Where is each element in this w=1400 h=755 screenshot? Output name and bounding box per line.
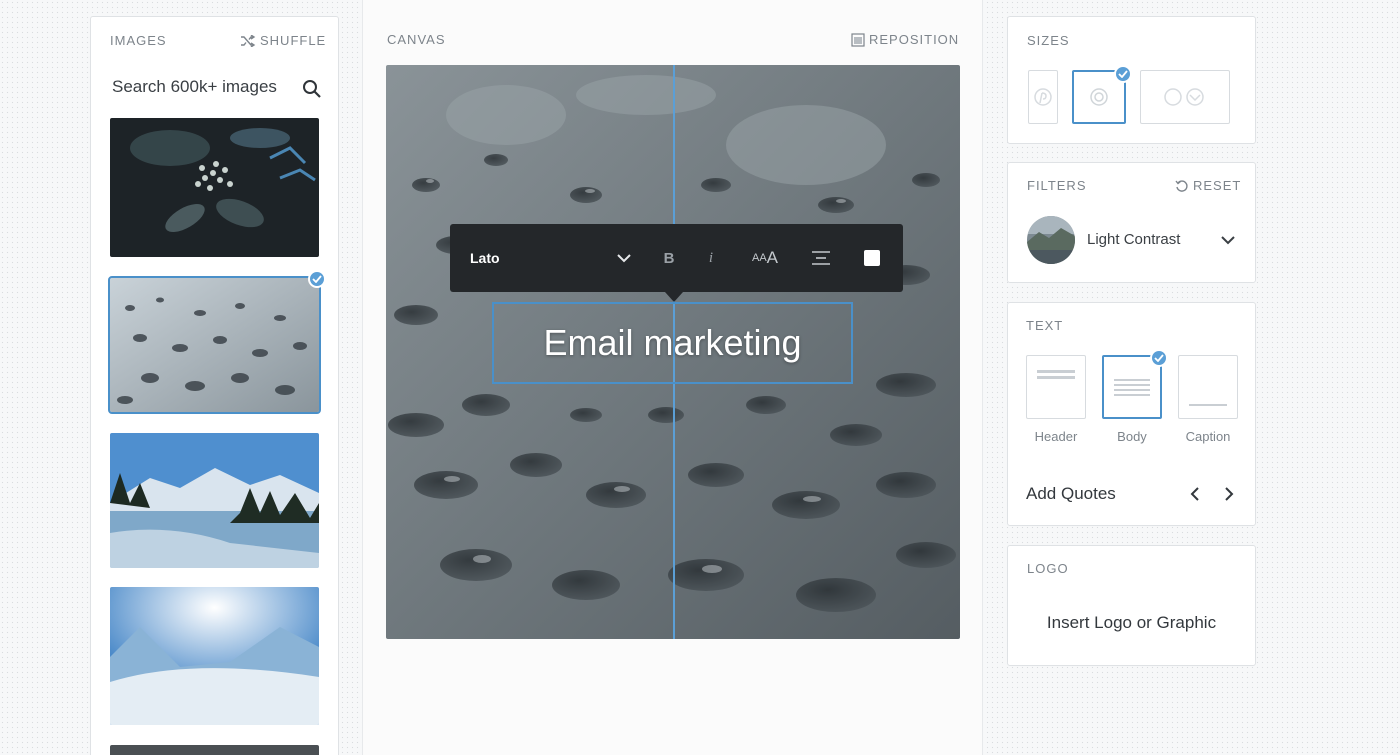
text-style-caption-label: Caption: [1185, 429, 1231, 444]
reset-icon: [1175, 179, 1188, 192]
chevron-left-icon[interactable]: [1190, 487, 1200, 501]
size-selected-check-icon: [1114, 65, 1132, 83]
italic-button[interactable]: i: [698, 224, 724, 292]
sizes-panel: SIZES: [1007, 16, 1256, 144]
search-input[interactable]: Search 600k+ images: [112, 77, 277, 96]
images-panel: IMAGES SHUFFLE Search 600k+ images: [90, 16, 339, 755]
font-size-icon-small: AA: [751, 252, 767, 264]
logo-panel: LOGO Insert Logo or Graphic: [1007, 545, 1256, 666]
bold-icon: B: [663, 249, 675, 267]
text-style-header-label: Header: [1034, 429, 1078, 444]
reposition-label: REPOSITION: [869, 32, 960, 47]
search-icon[interactable]: [302, 79, 322, 99]
selected-check-icon: [308, 270, 326, 288]
reposition-icon: [851, 32, 865, 47]
size-option-pinterest[interactable]: [1028, 70, 1058, 124]
reset-label: RESET: [1193, 178, 1242, 193]
social-icons: [1164, 88, 1204, 106]
reset-button[interactable]: RESET: [1175, 178, 1241, 193]
size-option-wide[interactable]: [1140, 70, 1230, 124]
font-select[interactable]: Lato: [470, 224, 620, 292]
text-color-button[interactable]: [860, 224, 884, 292]
images-title: IMAGES: [110, 33, 167, 48]
text-title: TEXT: [1026, 318, 1064, 333]
image-thumbnail[interactable]: [110, 587, 319, 725]
shuffle-icon: [241, 34, 256, 47]
insert-logo-button[interactable]: Insert Logo or Graphic: [1008, 613, 1255, 633]
shuffle-button[interactable]: SHUFFLE: [240, 33, 326, 48]
filters-title: FILTERS: [1027, 178, 1087, 193]
filter-select[interactable]: Light Contrast: [1027, 216, 1237, 264]
text-style-selected-check-icon: [1150, 349, 1168, 367]
add-quotes-label: Add Quotes: [1026, 484, 1116, 503]
pinterest-icon: [1034, 88, 1052, 106]
text-style-header[interactable]: [1026, 355, 1086, 419]
chevron-down-icon: [617, 253, 631, 262]
image-thumbnail[interactable]: [110, 118, 319, 257]
text-style-body-label: Body: [1117, 429, 1147, 444]
filter-select-value: Light Contrast: [1087, 231, 1181, 248]
font-dropdown-chevron[interactable]: [612, 224, 636, 292]
text-toolbar: Lato B i AA A: [450, 224, 903, 292]
toolbar-pointer: [665, 292, 683, 302]
logo-title: LOGO: [1027, 561, 1069, 576]
shuffle-label: SHUFFLE: [260, 33, 327, 48]
align-button[interactable]: [808, 224, 834, 292]
chevron-right-icon[interactable]: [1224, 487, 1234, 501]
instagram-icon: [1090, 88, 1108, 106]
filters-panel: FILTERS RESET Light Contrast: [1007, 162, 1256, 283]
font-select-value: Lato: [470, 250, 500, 266]
font-size-button[interactable]: AA A: [744, 224, 786, 292]
text-panel: TEXT Header Body Caption Add Quotes: [1007, 302, 1256, 526]
image-thumbnail-selected[interactable]: [108, 276, 321, 414]
chevron-down-icon: [1221, 236, 1235, 245]
canvas-title: CANVAS: [387, 32, 446, 47]
italic-icon: i: [708, 249, 714, 266]
filter-preview-thumbnail: [1027, 216, 1075, 264]
image-thumbnail[interactable]: [110, 433, 319, 568]
align-center-icon: [812, 251, 830, 265]
bold-button[interactable]: B: [656, 224, 682, 292]
image-thumbnail[interactable]: [110, 745, 319, 755]
search-field[interactable]: Search 600k+ images: [112, 77, 322, 101]
canvas-text[interactable]: Email marketing: [543, 322, 801, 364]
reposition-button[interactable]: REPOSITION: [851, 32, 959, 47]
font-size-icon-large: A: [766, 248, 779, 267]
color-swatch: [864, 250, 880, 266]
canvas-text-box[interactable]: Email marketing: [492, 302, 853, 384]
sizes-title: SIZES: [1027, 33, 1070, 48]
text-style-caption[interactable]: [1178, 355, 1238, 419]
